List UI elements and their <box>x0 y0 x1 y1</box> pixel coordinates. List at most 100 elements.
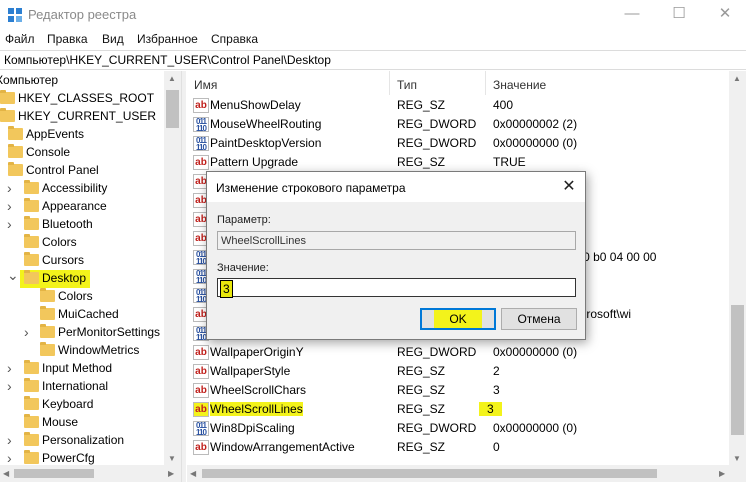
chevron-right-icon[interactable]: › <box>7 378 17 394</box>
folder-icon <box>8 126 23 140</box>
string-value-icon: ab <box>193 98 209 113</box>
registry-value-row[interactable]: ab MenuShowDelay REG_SZ 400 <box>187 96 729 115</box>
registry-value-row[interactable]: ab WallpaperStyle REG_SZ 2 <box>187 362 729 381</box>
tree-item-label: Mouse <box>42 415 79 429</box>
chevron-right-icon[interactable]: › <box>7 432 17 448</box>
value-name: WheelScrollChars <box>210 383 307 397</box>
value-type: REG_SZ <box>397 440 446 454</box>
tree-item[interactable]: Colors <box>0 288 164 306</box>
tree-item[interactable]: Keyboard <box>0 396 164 414</box>
list-scroll-down-icon[interactable]: ▼ <box>733 454 741 463</box>
cancel-button[interactable]: Отмена <box>501 308 577 330</box>
tree-scroll-right-icon[interactable]: ▶ <box>168 469 174 478</box>
tree-item[interactable]: › Bluetooth <box>0 216 164 234</box>
column-separator[interactable] <box>389 71 390 95</box>
folder-icon <box>24 198 39 212</box>
chevron-right-icon[interactable]: › <box>7 198 17 214</box>
tree-vertical-scrollbar[interactable] <box>164 71 181 465</box>
chevron-right-icon[interactable]: › <box>7 450 17 465</box>
tree-item[interactable]: › Accessibility <box>0 180 164 198</box>
registry-value-row[interactable]: ab WheelScrollLines REG_SZ 3 <box>187 400 729 419</box>
address-bar[interactable]: Компьютер\HKEY_CURRENT_USER\Control Pane… <box>0 50 746 70</box>
value-data: 2 <box>493 364 500 378</box>
registry-value-row[interactable]: ab WindowArrangementActive REG_SZ 0 <box>187 438 729 457</box>
menu-help[interactable]: Справка <box>211 32 258 46</box>
registry-value-row[interactable]: 011 110 MouseWheelRouting REG_DWORD 0x000000… <box>187 115 729 134</box>
registry-value-row[interactable]: ab WheelScrollChars REG_SZ 3 <box>187 381 729 400</box>
tree-item[interactable]: Mouse <box>0 414 164 432</box>
chevron-right-icon[interactable]: › <box>7 216 17 232</box>
binary-value-icon: 011 110 <box>193 421 209 437</box>
list-hscroll-thumb[interactable] <box>202 469 657 478</box>
column-value-header[interactable]: Значение <box>493 71 546 95</box>
menu-favorites[interactable]: Избранное <box>137 32 198 46</box>
list-scroll-right-icon[interactable]: ▶ <box>719 469 725 478</box>
tree-item[interactable]: › PowerCfg <box>0 450 164 465</box>
folder-icon <box>40 342 55 356</box>
column-name-header[interactable]: Имя <box>194 71 217 95</box>
menu-edit[interactable]: Правка <box>47 32 88 46</box>
registry-value-row[interactable]: 011 110 Win8DpiScaling REG_DWORD 0x00000000 … <box>187 419 729 438</box>
chevron-right-icon[interactable]: › <box>24 324 34 340</box>
list-scroll-up-icon[interactable]: ▲ <box>733 74 741 83</box>
tree-item-label: Colors <box>42 235 77 249</box>
tree-item[interactable]: Colors <box>0 234 164 252</box>
tree-item[interactable]: MuiCached <box>0 306 164 324</box>
tree-item[interactable]: HKEY_CURRENT_USER <box>0 108 164 126</box>
tree-item-label: International <box>42 379 109 393</box>
value-data: TRUE <box>493 155 526 169</box>
dialog-title-bar[interactable]: Изменение строкового параметра ✕ <box>207 172 585 202</box>
tree-item-label: AppEvents <box>26 127 85 141</box>
tree-item[interactable]: HKEY_CLASSES_ROOT <box>0 90 164 108</box>
folder-icon <box>24 414 39 428</box>
tree-item[interactable]: › Personalization <box>0 432 164 450</box>
tree-scroll-up-icon[interactable]: ▲ <box>168 74 176 83</box>
value-name-field[interactable]: WheelScrollLines <box>217 231 576 250</box>
registry-value-row[interactable]: ab Pattern Upgrade REG_SZ TRUE <box>187 153 729 172</box>
binary-value-icon: 011 110 <box>193 117 209 133</box>
list-scroll-left-icon[interactable]: ◀ <box>190 469 196 478</box>
pane-splitter[interactable] <box>181 71 186 482</box>
folder-icon <box>0 108 15 122</box>
tree-item[interactable]: Console <box>0 144 164 162</box>
column-separator[interactable] <box>485 71 486 95</box>
tree-item[interactable]: › Appearance <box>0 198 164 216</box>
tree-hscroll-thumb[interactable] <box>14 469 94 478</box>
tree-item[interactable]: WindowMetrics <box>0 342 164 360</box>
folder-icon <box>40 288 55 302</box>
tree-item[interactable]: Control Panel <box>0 162 164 180</box>
string-value-icon: ab <box>193 364 209 379</box>
registry-value-row[interactable]: 011 110 PaintDesktopVersion REG_DWORD 0x0000… <box>187 134 729 153</box>
chevron-right-icon[interactable]: › <box>7 180 17 196</box>
tree-scroll-left-icon[interactable]: ◀ <box>3 469 9 478</box>
ok-button[interactable]: OK <box>420 308 496 330</box>
column-type-header[interactable]: Тип <box>397 71 417 95</box>
tree-item-label: PowerCfg <box>42 451 95 465</box>
chevron-down-icon[interactable]: ⌄ <box>7 267 19 284</box>
menu-file[interactable]: Файл <box>5 32 35 46</box>
tree-item-label: Accessibility <box>42 181 108 195</box>
tree-item[interactable]: Cursors <box>0 252 164 270</box>
chevron-right-icon[interactable]: › <box>7 360 17 376</box>
list-scroll-thumb[interactable] <box>731 305 744 435</box>
tree-scroll-thumb[interactable] <box>166 90 179 128</box>
value-name: WindowArrangementActive <box>210 440 355 454</box>
registry-value-row[interactable]: ab WallpaperOriginY REG_DWORD 0x00000000 (0… <box>187 343 729 362</box>
tree-item[interactable]: ⌄ Desktop <box>0 267 164 288</box>
value-name: WheelScrollLines <box>210 402 303 416</box>
dialog-close-icon[interactable]: ✕ <box>558 177 580 197</box>
tree-item[interactable]: › International <box>0 378 164 396</box>
tree-item[interactable]: Компьютер <box>0 72 164 90</box>
menu-view[interactable]: Вид <box>102 32 124 46</box>
value-data-input[interactable]: 3 <box>217 278 576 298</box>
folder-icon <box>0 90 15 104</box>
tree-item[interactable]: › PerMonitorSettings <box>0 324 164 342</box>
tree-item[interactable]: › Input Method <box>0 360 164 378</box>
maximize-button[interactable]: ☐ <box>656 0 702 29</box>
close-button[interactable]: ✕ <box>702 0 746 29</box>
tree-scroll-down-icon[interactable]: ▼ <box>168 454 176 463</box>
tree-item[interactable]: AppEvents <box>0 126 164 144</box>
tree-item-label: Colors <box>58 289 93 303</box>
minimize-button[interactable]: — <box>609 0 655 29</box>
value-data-text: 3 <box>220 280 233 298</box>
